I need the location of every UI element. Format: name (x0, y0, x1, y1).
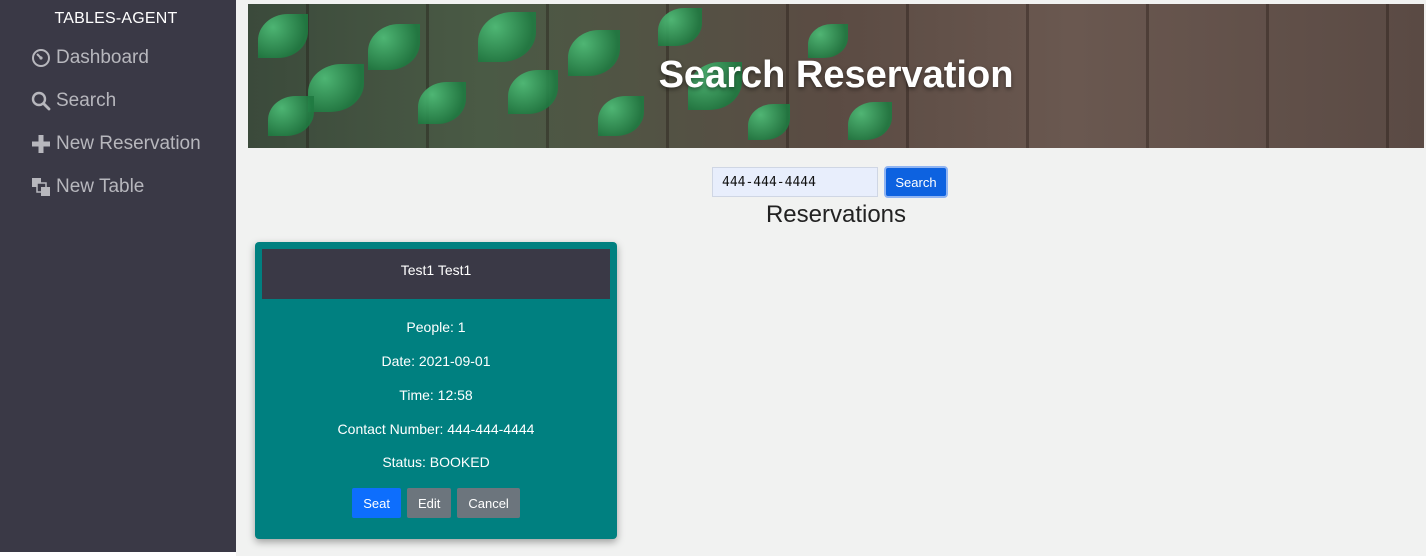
header-banner: Search Reservation (248, 4, 1424, 148)
search-icon (30, 90, 52, 112)
sidebar-item-new-table[interactable]: New Table (30, 174, 144, 200)
search-form: Search (712, 166, 948, 198)
sidebar-item-label: Search (56, 90, 117, 111)
sidebar-item-new-reservation[interactable]: New Reservation (30, 131, 201, 157)
reservation-time: Time: 12:58 (399, 387, 473, 403)
sidebar-item-search[interactable]: Search (30, 88, 116, 114)
reservation-contact: Contact Number: 444-444-4444 (337, 421, 535, 437)
reservation-people: People: 1 (406, 319, 466, 335)
reservation-status: Status: BOOKED (382, 454, 490, 470)
search-input[interactable] (712, 167, 878, 197)
dashboard-icon (30, 47, 52, 69)
sidebar-item-dashboard[interactable]: Dashboard (30, 45, 149, 71)
main-content: Search Reservation Search Reservations T… (236, 0, 1426, 556)
reservation-name: Test1 Test1 (262, 249, 610, 299)
sidebar-item-label: New Table (56, 176, 145, 197)
seat-button[interactable]: Seat (352, 488, 401, 518)
brand-title: TABLES-AGENT (54, 10, 178, 27)
edit-button[interactable]: Edit (406, 488, 452, 518)
sidebar-item-label: Dashboard (56, 47, 149, 68)
plus-icon (30, 133, 52, 155)
reservation-actions: Seat Edit Cancel (255, 488, 617, 518)
section-title: Reservations (765, 201, 907, 228)
sidebar-item-label: New Reservation (56, 133, 201, 154)
reservation-card: Test1 Test1 People: 1 Date: 2021-09-01 T… (255, 242, 617, 539)
new-table-icon (30, 176, 52, 198)
page-title: Search Reservation (658, 54, 1014, 96)
reservation-date: Date: 2021-09-01 (381, 353, 491, 369)
sidebar: TABLES-AGENT Dashboard Search New Reserv… (0, 0, 236, 552)
cancel-button[interactable]: Cancel (457, 488, 520, 518)
search-button[interactable]: Search (884, 166, 948, 198)
